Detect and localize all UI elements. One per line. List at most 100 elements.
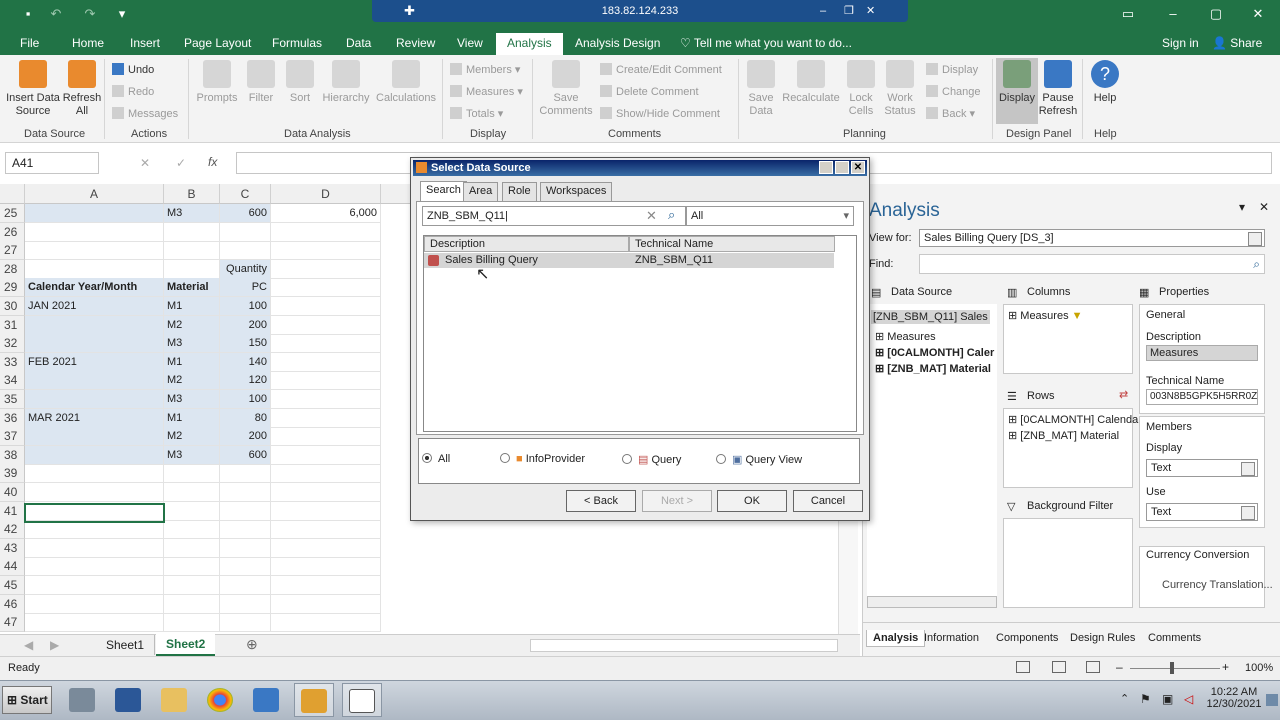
row-header[interactable]: 46 [0, 594, 25, 614]
column-header[interactable]: B [164, 184, 220, 204]
cell-c[interactable] [220, 576, 271, 595]
cell-d[interactable] [271, 259, 381, 279]
pane-tab-analysis[interactable]: Analysis [866, 630, 926, 647]
cell-d[interactable] [271, 371, 381, 391]
cell-b[interactable] [164, 259, 220, 279]
cell-b[interactable]: M2 [164, 371, 220, 391]
start-button[interactable]: ⊞ Start [2, 686, 52, 714]
cancel-formula-icon[interactable]: ✕ [140, 156, 150, 170]
col-description-header[interactable]: Description [424, 236, 629, 252]
cell-d[interactable]: 6,000 [271, 204, 381, 223]
insert-data-source-button[interactable]: Insert Data Source [4, 60, 62, 118]
remote-minimize-icon[interactable]: – [820, 0, 826, 22]
back-button[interactable]: Back ▾ [926, 107, 975, 120]
page-layout-view-icon[interactable] [1052, 661, 1066, 673]
row-header[interactable]: 31 [0, 315, 25, 335]
tree-measures[interactable]: ⊞ Measures [875, 330, 936, 343]
cell-c[interactable] [220, 613, 271, 633]
cell-c[interactable]: 600 [220, 445, 271, 465]
cell-d[interactable] [271, 352, 381, 372]
view-for-select[interactable]: Sales Billing Query [DS_3] [919, 229, 1265, 247]
row-header[interactable]: 43 [0, 538, 25, 558]
active-cell[interactable] [24, 503, 165, 523]
cell-d[interactable] [271, 241, 381, 261]
members-button[interactable]: Members ▾ [450, 63, 520, 76]
cell-d[interactable] [271, 613, 381, 633]
cell-b[interactable] [164, 501, 220, 521]
sheet-tab[interactable]: Sheet1 [96, 635, 156, 655]
cell-c[interactable] [220, 241, 271, 261]
cell-c[interactable]: 600 [220, 204, 271, 223]
enter-formula-icon[interactable]: ✓ [176, 156, 186, 170]
name-box[interactable]: A41 [5, 152, 99, 174]
data-source-tree[interactable]: [ZNB_SBM_Q11] Sales ⊞ Measures ⊞ [0CALMO… [867, 304, 997, 608]
pane-close-icon[interactable]: ✕ [1259, 200, 1269, 214]
cell-d[interactable] [271, 501, 381, 521]
ribbon-display-icon[interactable]: ▭ [1120, 6, 1136, 22]
share-button[interactable]: 👤 Share [1212, 36, 1262, 50]
row-header[interactable]: 29 [0, 278, 25, 298]
cell-a[interactable] [25, 557, 164, 577]
row-header[interactable]: 39 [0, 464, 25, 484]
cell-c[interactable] [220, 464, 271, 484]
cell-d[interactable] [271, 222, 381, 242]
pause-refresh-button[interactable]: Pause Refresh [1038, 60, 1078, 118]
cell-d[interactable] [271, 427, 381, 447]
cell-b[interactable] [164, 538, 220, 558]
column-header[interactable]: C [220, 184, 271, 204]
cell-d[interactable] [271, 408, 381, 428]
dialog-minimize-icon[interactable] [819, 161, 833, 174]
rows-drop-zone[interactable]: ⊞ [0CALMONTH] Calendar ⊞ [ZNB_MAT] Mater… [1003, 408, 1142, 488]
cell-a[interactable]: Calendar Year/Month [25, 278, 164, 298]
hierarchy-button[interactable]: Hierarchy [320, 60, 372, 105]
cell-d[interactable] [271, 483, 381, 502]
refresh-all-button[interactable]: Refresh All [62, 60, 102, 118]
tab-view[interactable]: View [457, 36, 483, 50]
remote-restore-icon[interactable]: ❐ [844, 0, 854, 22]
cell-d[interactable] [271, 315, 381, 335]
next-sheet-icon[interactable]: ▶ [50, 638, 59, 652]
cell-c[interactable] [220, 483, 271, 502]
cell-a[interactable]: JAN 2021 [25, 297, 164, 316]
undo-icon[interactable]: ↶ [48, 6, 64, 22]
zoom-slider[interactable] [1130, 668, 1220, 669]
row-header[interactable]: 42 [0, 520, 25, 540]
cell-c[interactable]: 100 [220, 390, 271, 409]
background-filter-zone[interactable] [1003, 518, 1133, 608]
display-panel-button[interactable]: Display [996, 58, 1038, 124]
zoom-thumb[interactable] [1170, 662, 1174, 674]
rows-calmonth-item[interactable]: ⊞ [0CALMONTH] Calendar [1008, 413, 1142, 426]
row-header[interactable]: 47 [0, 613, 25, 633]
cell-c[interactable]: Quantity [220, 259, 271, 279]
cell-c[interactable]: 200 [220, 427, 271, 447]
swap-axes-icon[interactable]: ⇄ [1119, 388, 1128, 401]
dialog-tab-workspaces[interactable]: Workspaces [540, 182, 613, 201]
radio-all[interactable]: All [422, 453, 450, 465]
clear-search-icon[interactable]: ✕ [646, 208, 657, 224]
zoom-level[interactable]: 100% [1245, 662, 1273, 674]
cell-c[interactable]: 150 [220, 334, 271, 354]
cell-b[interactable]: M3 [164, 204, 220, 223]
taskbar-sap-gui[interactable] [246, 683, 286, 717]
cell-d[interactable] [271, 520, 381, 540]
planning-display-button[interactable]: Display [926, 63, 978, 76]
change-button[interactable]: Change [926, 85, 981, 98]
add-sheet-icon[interactable]: ⊕ [246, 636, 258, 653]
cell-b[interactable]: M3 [164, 334, 220, 354]
page-break-view-icon[interactable] [1086, 661, 1100, 673]
pane-tab-components[interactable]: Components [990, 630, 1064, 646]
row-header[interactable]: 37 [0, 427, 25, 447]
tab-insert[interactable]: Insert [130, 36, 160, 50]
row-header[interactable]: 41 [0, 501, 25, 521]
radio-query-view[interactable]: ▣ Query View [716, 453, 802, 466]
currency-translation-button[interactable]: Currency Translation... [1162, 579, 1273, 591]
columns-measures-item[interactable]: ⊞ Measures ▼ [1008, 309, 1083, 322]
cell-c[interactable]: 140 [220, 352, 271, 372]
taskbar-explorer[interactable] [154, 683, 194, 717]
redo-icon[interactable]: ↷ [82, 6, 98, 22]
tray-flag-icon[interactable]: ⚑ [1140, 692, 1151, 706]
cell-d[interactable] [271, 594, 381, 614]
tab-review[interactable]: Review [396, 36, 435, 50]
cell-d[interactable] [271, 445, 381, 465]
sheet-tab-active[interactable]: Sheet2 [156, 634, 216, 656]
